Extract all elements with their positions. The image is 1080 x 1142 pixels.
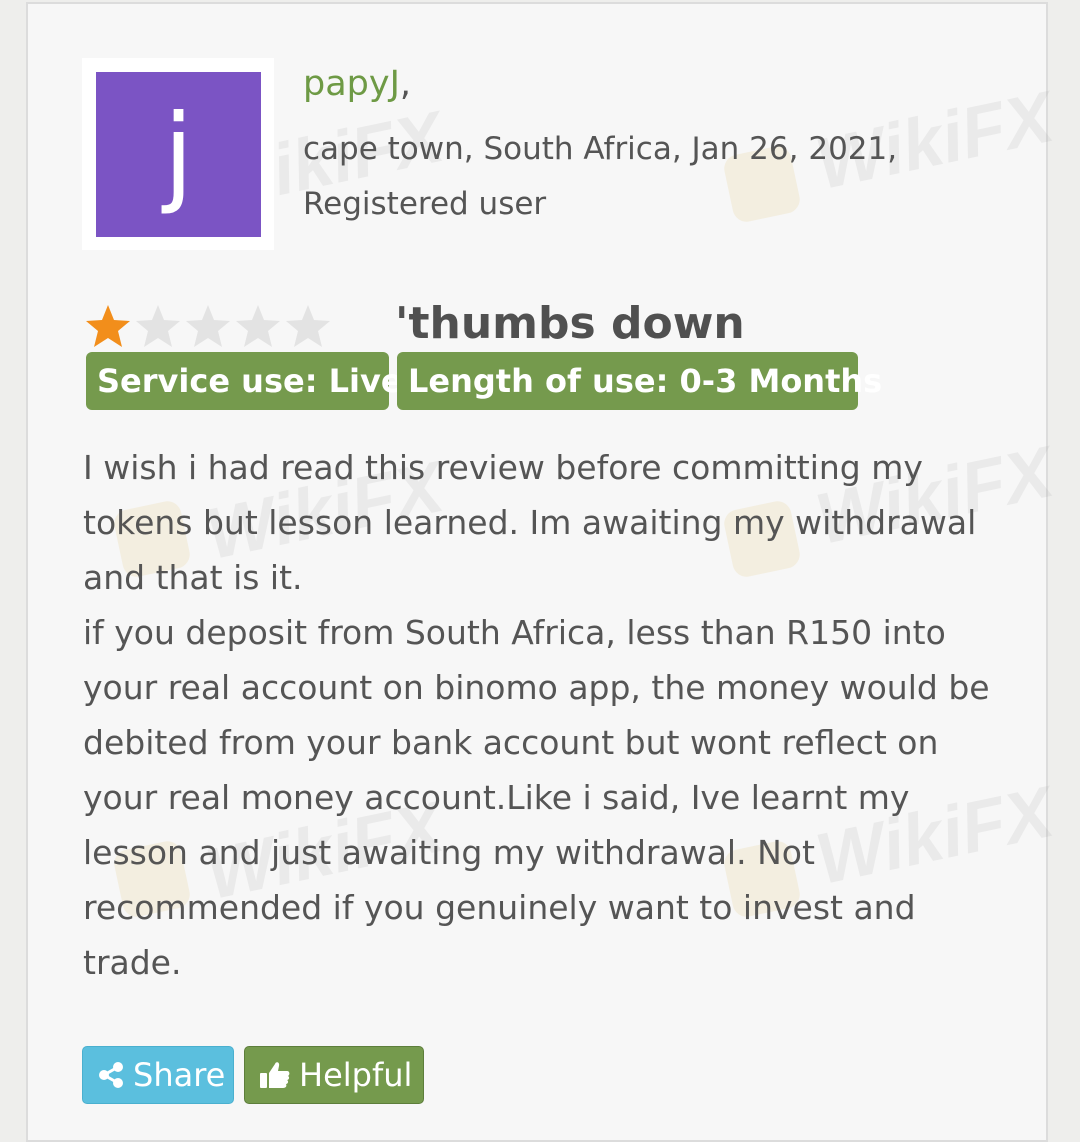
review-paragraph: I wish i had read this review before com…: [83, 448, 977, 597]
share-button[interactable]: Share: [82, 1046, 234, 1104]
user-name-row: papyJ,: [303, 64, 411, 104]
review-body: I wish i had read this review before com…: [83, 440, 1013, 990]
user-name-link[interactable]: papyJ: [303, 64, 400, 104]
thumbs-up-icon: [259, 1060, 291, 1090]
avatar-frame: j: [82, 58, 274, 250]
avatar: j: [96, 72, 261, 237]
review-paragraph: if you deposit from South Africa, less t…: [83, 613, 990, 982]
star-empty-icon: [234, 303, 282, 349]
user-name-comma: ,: [399, 64, 412, 104]
user-location-date: cape town, South Africa, Jan 26, 2021,: [303, 131, 898, 167]
star-empty-icon: [284, 303, 332, 349]
helpful-label: Helpful: [299, 1056, 413, 1094]
helpful-button[interactable]: Helpful: [244, 1046, 424, 1104]
star-empty-icon: [134, 303, 182, 349]
service-use-tag: Service use: Live: [86, 352, 403, 410]
star-rating: [84, 303, 332, 349]
user-role: Registered user: [303, 186, 547, 222]
share-icon: [97, 1061, 125, 1089]
star-empty-icon: [184, 303, 232, 349]
star-filled-icon: [84, 303, 132, 349]
share-label: Share: [133, 1056, 226, 1094]
review-title: 'thumbs down: [395, 298, 745, 349]
user-meta: cape town, South Africa, Jan 26, 2021, R…: [303, 122, 897, 232]
length-of-use-tag: Length of use: 0-3 Months: [397, 352, 882, 410]
